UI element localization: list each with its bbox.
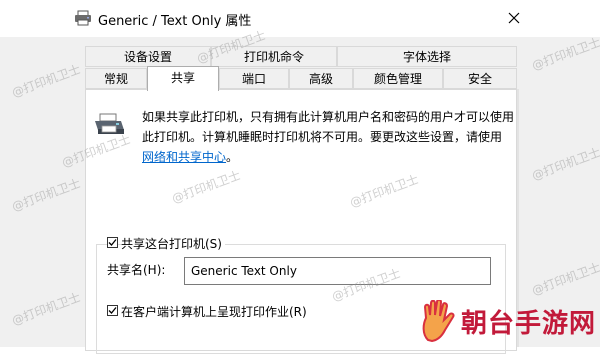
printer-icon [74,10,92,26]
printer-properties-dialog: Generic / Text Only 属性 设备设置 打印机命令 字体选择 常… [0,0,600,354]
render-jobs-checkbox[interactable] [107,305,118,316]
tab-printer-commands[interactable]: 打印机命令 [211,46,337,67]
watermark-text: @打印机卫士 [529,145,600,183]
watermark-text: @打印机卫士 [9,176,83,214]
close-button[interactable] [496,6,532,32]
sharing-info-suffix: 。 [226,150,239,164]
tab-color-management[interactable]: 颜色管理 [353,68,443,89]
share-name-input[interactable]: Generic Text Only [184,257,491,285]
watermark-text: @打印机卫士 [529,35,600,73]
tab-sharing[interactable]: 共享 [147,66,219,91]
watermark-text: @打印机卫士 [529,260,600,298]
tab-security[interactable]: 安全 [443,68,517,89]
render-jobs-label[interactable]: 在客户端计算机上呈现打印作业(R) [121,303,310,320]
checkmark-icon [108,304,117,318]
share-printer-checkbox[interactable] [107,237,118,248]
watermark-text: @打印机卫士 [9,62,83,100]
tab-font-selection[interactable]: 字体选择 [337,46,517,67]
watermark-text: @打印机卫士 [9,290,83,328]
close-icon [508,12,520,27]
tab-general[interactable]: 常规 [85,68,147,89]
tab-advanced[interactable]: 高级 [289,68,353,89]
sharing-info-text: 如果共享此打印机，只有拥有此计算机用户名和密码的用户才可以使用此打印机。计算机睡… [142,107,514,167]
share-printer-label[interactable]: 共享这台打印机(S) [121,235,225,252]
hand-logo-icon [420,298,458,345]
window-title: Generic / Text Only 属性 [98,14,252,29]
printer-icon [92,112,126,138]
network-sharing-center-link[interactable]: 网络和共享中心 [142,150,226,164]
title-bar: Generic / Text Only 属性 [0,0,600,37]
tab-device-settings[interactable]: 设备设置 [85,46,211,67]
checkmark-icon [108,236,117,250]
sharing-info-body: 如果共享此打印机，只有拥有此计算机用户名和密码的用户才可以使用此打印机。计算机睡… [142,110,515,144]
share-name-label: 共享名(H): [107,263,166,277]
tab-ports[interactable]: 端口 [219,68,289,89]
brand-watermark-text: 朝台手游网 [461,309,597,339]
